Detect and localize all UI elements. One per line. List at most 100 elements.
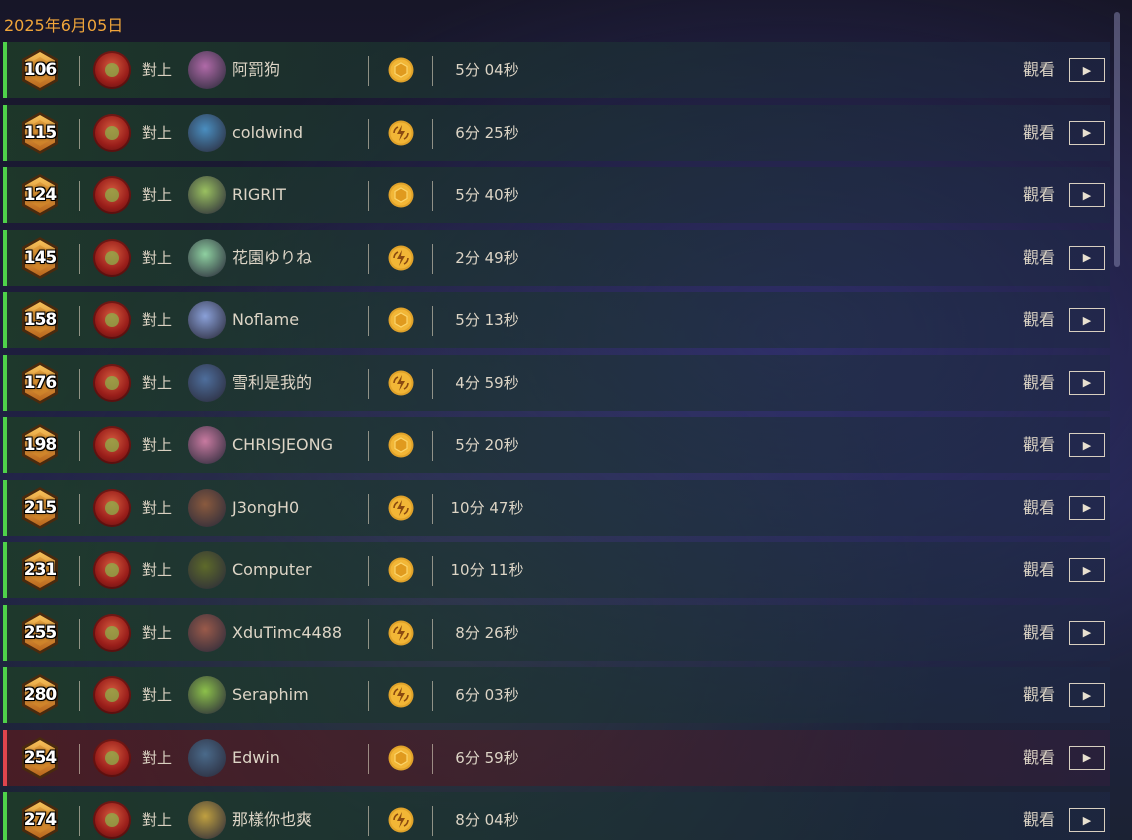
watch-label[interactable]: 觀看 — [1023, 292, 1055, 348]
rank-number: 106 — [23, 60, 58, 80]
match-duration: 5分 20秒 — [455, 436, 519, 454]
match-row[interactable]: 280 對上 Seraphim 6分 03秒 觀看 ▶ — [3, 667, 1110, 723]
watch-label[interactable]: 觀看 — [1023, 667, 1055, 723]
vs-label: 對上 — [142, 186, 173, 204]
play-replay-button[interactable]: ▶ — [1069, 58, 1105, 82]
match-duration: 5分 40秒 — [455, 186, 519, 204]
rank-number: 176 — [23, 372, 58, 393]
match-duration: 10分 47秒 — [450, 498, 524, 517]
match-duration: 6分 25秒 — [455, 123, 519, 142]
rank-badge: 158 — [20, 298, 60, 342]
watch-label[interactable]: 觀看 — [1023, 167, 1055, 223]
play-replay-button[interactable]: ▶ — [1069, 433, 1105, 457]
hexagon-coin-icon — [388, 432, 414, 458]
match-row[interactable]: 274 對上 那樣你也爽 8分 04秒 觀看 ▶ — [3, 792, 1110, 840]
match-duration: 8分 04秒 — [455, 811, 519, 829]
match-row[interactable]: 176 對上 雪利是我的 4分 59秒 觀看 ▶ — [3, 354, 1110, 411]
player-hero-avatar — [93, 301, 131, 339]
divider — [79, 118, 80, 149]
match-row[interactable]: 115 對上 coldwind 6分 25秒 觀看 ▶ — [3, 104, 1110, 161]
play-replay-button[interactable]: ▶ — [1069, 620, 1105, 645]
match-list: 106 對上 阿罰狗 5分 04秒 觀看 ▶ 115 對上 coldwind 6… — [3, 42, 1110, 840]
play-replay-button[interactable]: ▶ — [1069, 183, 1105, 207]
play-replay-button[interactable]: ▶ — [1069, 683, 1105, 707]
swirl-coin-icon — [388, 682, 414, 708]
divider — [368, 306, 369, 336]
divider — [79, 56, 80, 86]
match-row[interactable]: 158 對上 Noflame 5分 13秒 觀看 ▶ — [3, 292, 1110, 348]
match-row[interactable]: 215 對上 J3ongH0 10分 47秒 觀看 ▶ — [3, 479, 1110, 536]
play-icon: ▶ — [1082, 313, 1092, 327]
rank-badge: 176 — [20, 361, 60, 405]
hexagon-coin-icon — [388, 182, 414, 208]
play-replay-button[interactable]: ▶ — [1069, 308, 1105, 332]
divider — [79, 306, 80, 336]
opponent-hero-avatar — [188, 426, 226, 464]
scrollbar[interactable] — [1114, 12, 1120, 267]
divider — [79, 493, 80, 524]
play-icon: ▶ — [1082, 376, 1092, 389]
opponent-hero-avatar — [188, 676, 226, 714]
watch-label[interactable]: 觀看 — [1023, 792, 1055, 840]
watch-label[interactable]: 觀看 — [1023, 730, 1055, 786]
opponent-hero-avatar — [188, 113, 226, 152]
player-hero-avatar — [93, 801, 131, 839]
play-replay-button[interactable]: ▶ — [1069, 495, 1105, 520]
divider — [79, 681, 80, 711]
player-hero-avatar — [93, 613, 131, 652]
divider — [79, 431, 80, 461]
match-row[interactable]: 124 對上 RIGRIT 5分 40秒 觀看 ▶ — [3, 167, 1110, 223]
opponent-name: Edwin — [232, 747, 280, 767]
vs-label: 對上 — [142, 373, 173, 392]
play-replay-button[interactable]: ▶ — [1069, 745, 1105, 770]
play-replay-button[interactable]: ▶ — [1069, 808, 1105, 832]
match-duration: 8分 26秒 — [455, 623, 519, 642]
rank-number: 274 — [23, 810, 58, 830]
divider — [368, 368, 369, 399]
play-icon: ▶ — [1082, 126, 1092, 139]
opponent-name: CHRISJEONG — [232, 435, 333, 454]
watch-label[interactable]: 觀看 — [1023, 417, 1055, 473]
match-duration: 2分 49秒 — [455, 248, 519, 267]
player-hero-avatar — [93, 426, 131, 464]
opponent-hero-avatar — [188, 613, 226, 652]
swirl-coin-icon — [388, 370, 414, 396]
watch-label[interactable]: 觀看 — [1023, 230, 1055, 286]
divider — [432, 806, 433, 836]
watch-label[interactable]: 觀看 — [1023, 542, 1055, 598]
play-replay-button[interactable]: ▶ — [1069, 245, 1105, 270]
divider — [79, 618, 80, 649]
match-row[interactable]: 198 對上 CHRISJEONG 5分 20秒 觀看 ▶ — [3, 417, 1110, 473]
divider — [368, 118, 369, 149]
play-replay-button[interactable]: ▶ — [1069, 370, 1105, 395]
match-row[interactable]: 106 對上 阿罰狗 5分 04秒 觀看 ▶ — [3, 42, 1110, 98]
vs-label: 對上 — [142, 123, 173, 142]
watch-label[interactable]: 觀看 — [1023, 42, 1055, 98]
opponent-hero-avatar — [188, 363, 226, 402]
watch-label[interactable]: 觀看 — [1023, 355, 1055, 411]
watch-label[interactable]: 觀看 — [1023, 605, 1055, 661]
match-duration: 6分 59秒 — [455, 748, 519, 767]
rank-number: 215 — [23, 497, 58, 518]
divider — [79, 743, 80, 774]
opponent-name: Noflame — [232, 310, 300, 329]
match-row[interactable]: 254 對上 Edwin 6分 59秒 觀看 ▶ — [3, 729, 1110, 786]
rank-badge: 254 — [20, 736, 60, 780]
divider — [368, 618, 369, 649]
divider — [432, 493, 433, 524]
match-row[interactable]: 255 對上 XduTimc4488 8分 26秒 觀看 ▶ — [3, 604, 1110, 661]
vs-label: 對上 — [142, 686, 173, 704]
watch-label[interactable]: 觀看 — [1023, 105, 1055, 161]
rank-number: 124 — [23, 185, 58, 205]
match-duration: 5分 04秒 — [455, 61, 519, 79]
play-replay-button[interactable]: ▶ — [1069, 558, 1105, 582]
opponent-name: Seraphim — [232, 685, 309, 704]
vs-label: 對上 — [142, 248, 173, 267]
play-replay-button[interactable]: ▶ — [1069, 120, 1105, 145]
watch-label[interactable]: 觀看 — [1023, 480, 1055, 536]
match-duration: 4分 59秒 — [455, 373, 519, 392]
swirl-coin-icon — [388, 807, 414, 833]
match-row[interactable]: 145 對上 花園ゆりね 2分 49秒 觀看 ▶ — [3, 229, 1110, 286]
match-row[interactable]: 231 對上 Computer 10分 11秒 觀看 ▶ — [3, 542, 1110, 598]
opponent-hero-avatar — [188, 488, 226, 527]
